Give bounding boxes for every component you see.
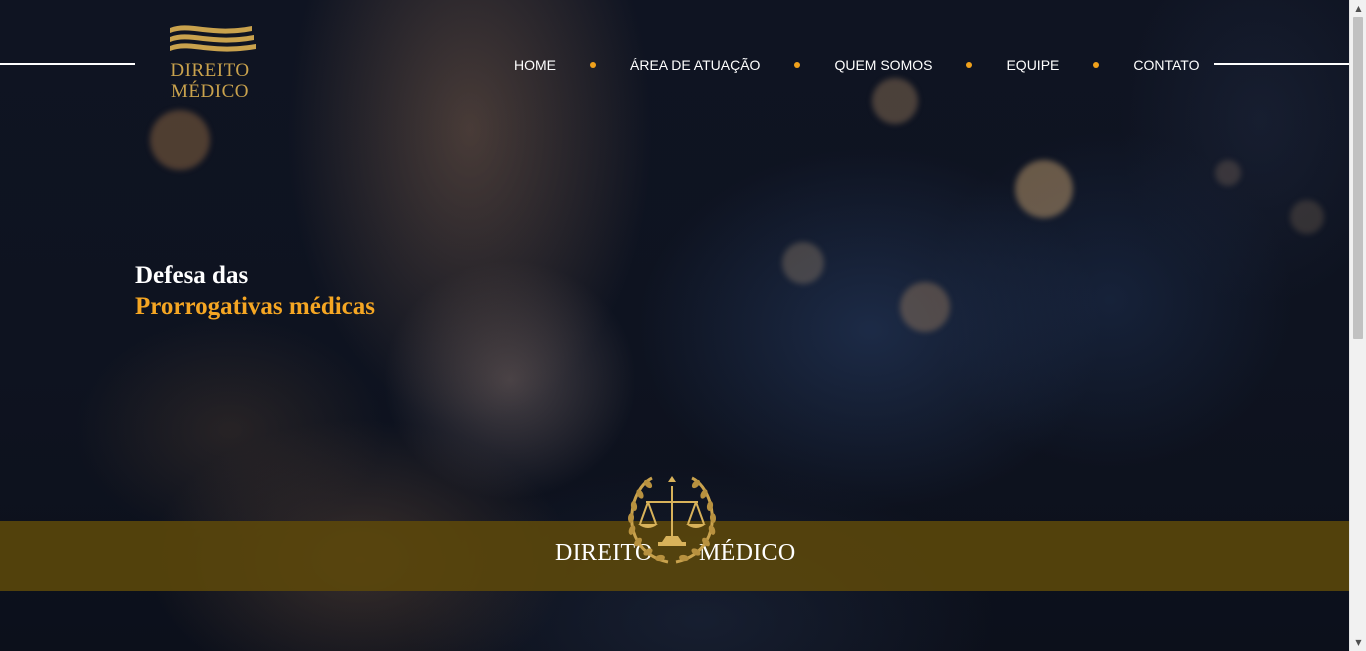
bokeh-light — [900, 282, 950, 332]
nav-separator-dot — [590, 62, 596, 68]
nav-separator-dot — [794, 62, 801, 68]
nav-item-equipe[interactable]: EQUIPE — [1006, 57, 1059, 73]
nav-item-contato[interactable]: CONTATO — [1133, 57, 1199, 73]
nav-item-home[interactable]: HOME — [514, 57, 556, 73]
logo-text-line2: MÉDICO — [171, 81, 249, 102]
header-divider-right — [1214, 63, 1349, 65]
site-logo[interactable]: DIREITO MÉDICO — [160, 22, 260, 112]
page: DIREITO MÉDICO HOME ÁREA DE ATUAÇÃO QUEM… — [0, 0, 1366, 651]
hero-headline-line1: Defesa das — [135, 262, 249, 289]
bokeh-light — [782, 242, 824, 284]
header-divider-left — [0, 63, 135, 65]
bokeh-light — [150, 110, 210, 170]
bokeh-light — [1215, 160, 1241, 186]
hero-headline: Defesa das Prorrogativas médicas — [135, 260, 375, 322]
nav-item-area-de-atuacao[interactable]: ÁREA DE ATUAÇÃO — [630, 57, 760, 73]
bokeh-light — [1290, 200, 1324, 234]
logo-text-line1: DIREITO — [170, 60, 250, 81]
scroll-down-arrow-icon[interactable]: ▼ — [1350, 634, 1366, 651]
scales-of-justice-icon — [627, 476, 717, 564]
nav-separator-dot — [966, 62, 973, 68]
main-navigation: HOME ÁREA DE ATUAÇÃO QUEM SOMOS EQUIPE C… — [514, 56, 1200, 74]
bokeh-light — [872, 78, 918, 124]
nav-separator-dot — [1093, 62, 1100, 68]
nav-item-quem-somos[interactable]: QUEM SOMOS — [834, 57, 932, 73]
scrollbar-thumb[interactable] — [1353, 17, 1363, 339]
waves-logo-icon — [170, 25, 256, 52]
scroll-up-arrow-icon[interactable]: ▲ — [1350, 0, 1366, 17]
hero-headline-line2: Prorrogativas médicas — [135, 293, 376, 320]
vertical-scrollbar[interactable]: ▲ ▼ — [1349, 0, 1366, 651]
bokeh-light — [1015, 160, 1073, 218]
